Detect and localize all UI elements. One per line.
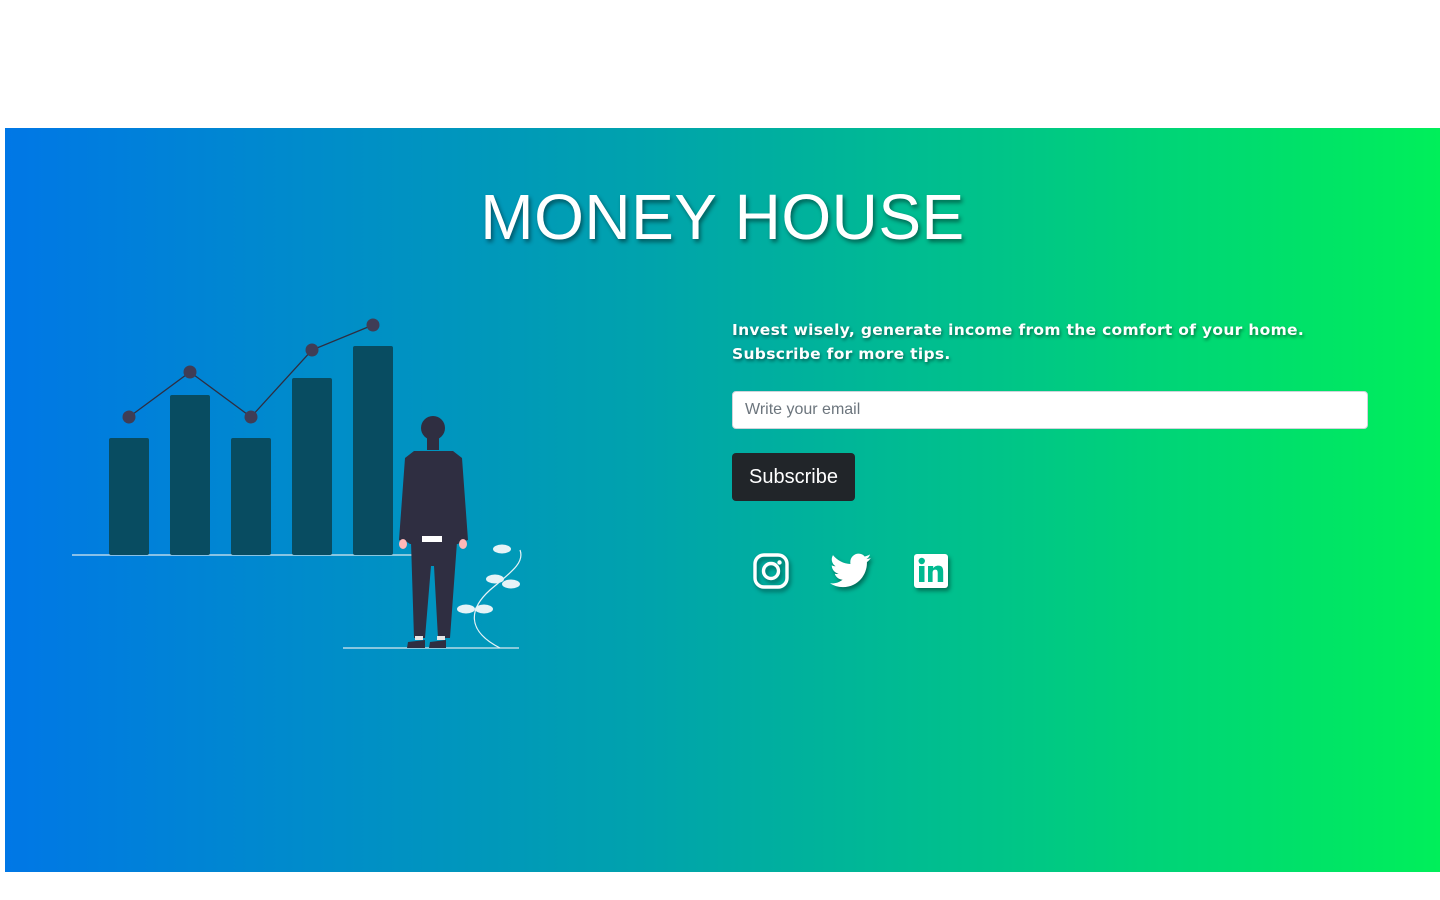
chart-bar: [170, 395, 210, 555]
trend-line: [128, 324, 374, 418]
trend-point: [122, 410, 136, 424]
person-figure: [399, 416, 468, 648]
twitter-link[interactable]: [826, 549, 876, 593]
trend-point: [366, 318, 380, 332]
tagline-text: Invest wisely, generate income from the …: [732, 321, 1305, 363]
investment-illustration: [72, 318, 522, 649]
twitter-icon: [830, 553, 872, 588]
trend-point: [183, 365, 197, 379]
chart-bar: [292, 378, 332, 555]
instagram-icon: [753, 553, 789, 589]
chart-bar: [109, 438, 149, 555]
page-title: MONEY HOUSE: [480, 181, 965, 253]
subscribe-button[interactable]: Subscribe: [732, 453, 855, 501]
hero-section: MONEY HOUSE Invest wisely, generate inco…: [5, 128, 1440, 872]
email-input[interactable]: [732, 391, 1368, 429]
trend-point: [305, 343, 319, 357]
trend-point: [244, 410, 258, 424]
social-links: [732, 549, 1372, 593]
linkedin-icon: [914, 554, 948, 588]
linkedin-link[interactable]: [906, 549, 956, 593]
instagram-link[interactable]: [746, 549, 796, 593]
plant-decoration: [457, 544, 522, 649]
chart-bar: [231, 438, 271, 555]
subscribe-panel: Invest wisely, generate income from the …: [732, 318, 1372, 593]
chart-bar: [353, 346, 393, 555]
